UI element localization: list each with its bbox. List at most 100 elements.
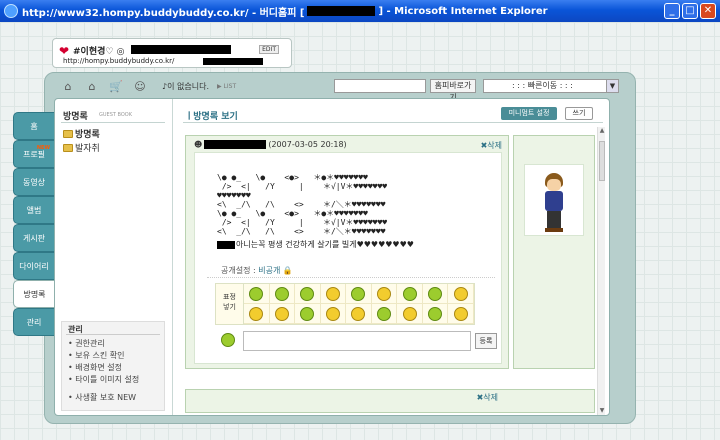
folder-guestbook[interactable]: 방명록 <box>63 127 100 140</box>
privacy-setting: 공개설정 : 비공개 🔒 <box>221 266 293 275</box>
emoticon[interactable] <box>244 304 270 324</box>
friends-icon[interactable]: ☺ <box>132 79 148 93</box>
emoticon[interactable] <box>397 304 423 324</box>
folder-footprints[interactable]: 발자취 <box>63 141 100 154</box>
entry-date: (2007-03-05 20:18) <box>268 140 347 149</box>
emoticon[interactable] <box>346 304 372 324</box>
emoticon[interactable] <box>371 284 398 304</box>
chevron-down-icon[interactable]: ▼ <box>606 80 618 92</box>
emoticon[interactable] <box>244 284 270 304</box>
manage-title-image-link[interactable]: • 타이틀 이미지 설정 <box>68 374 139 385</box>
redacted-block <box>203 58 263 65</box>
tab-manage[interactable]: 관리 <box>13 308 55 336</box>
emoticon[interactable] <box>371 304 398 324</box>
minimi-panel <box>513 135 595 369</box>
window-title-suffix: ] - Microsoft Internet Explorer <box>378 5 548 17</box>
close-button[interactable]: ✕ <box>700 3 716 19</box>
emoticon[interactable] <box>269 284 296 304</box>
divider <box>61 122 165 123</box>
tab-board[interactable]: 게시판 <box>13 224 55 252</box>
entry-message: 아니는꼭 평생 건강하게 살기를 빌게♥♥♥♥♥♥♥♥ <box>217 239 414 250</box>
go-hompy-button[interactable]: 홈피바로가기 <box>430 79 476 102</box>
entry-body: \● ●_ \● <●> ＊●＊♥♥♥♥♥♥♥ /> <| /Y | ＊√|V＊… <box>194 152 502 364</box>
emoticon-label: 표정 넣기 <box>216 284 244 324</box>
smiley-icon <box>274 286 289 301</box>
emoticon[interactable] <box>422 304 449 324</box>
tab-home[interactable]: 홈 <box>13 112 55 140</box>
smiley-icon <box>249 306 264 321</box>
music-list-button[interactable]: ▶ LIST <box>217 83 236 90</box>
delete-button[interactable]: ✖삭제 <box>477 392 498 403</box>
comment-submit-button[interactable]: 등록 <box>475 333 497 349</box>
left-subtitle: GUEST BOOK <box>99 112 133 118</box>
home-icon[interactable]: ⌂ <box>60 79 76 93</box>
ascii-art: \● ●_ \● <●> ＊●＊♥♥♥♥♥♥♥ /> <| /Y | ＊√|V＊… <box>217 173 388 236</box>
lock-icon: 🔒 <box>282 266 293 275</box>
smiley-icon <box>249 286 264 301</box>
comment-input[interactable] <box>243 331 471 351</box>
folder-icon <box>63 129 73 138</box>
person-icon: ☻ <box>194 140 203 149</box>
delete-button[interactable]: ✖삭제 <box>481 140 502 151</box>
divider <box>207 277 495 278</box>
guestbook-entry: ✖삭제 <box>185 389 595 413</box>
minimi-frame <box>524 164 584 236</box>
tab-video[interactable]: 동영상 <box>13 168 55 196</box>
minimize-button[interactable]: _ <box>664 3 680 19</box>
smiley-icon <box>428 286 443 301</box>
quick-move-select[interactable]: : : : 빠른이동 : : : ▼ <box>483 79 619 93</box>
owner-name: #이현경♡ ◎ <box>73 47 125 57</box>
comment-emoticon-icon[interactable] <box>221 333 235 347</box>
minimi-avatar <box>539 173 569 233</box>
smiley-icon <box>300 286 315 301</box>
minimi-settings-button[interactable]: 미니멈트 설정 <box>501 107 557 120</box>
manage-skin-link[interactable]: • 보유 스킨 확인 <box>68 350 125 361</box>
manage-permission-link[interactable]: • 권한관리 <box>68 338 105 349</box>
tab-diary[interactable]: 다이어리 <box>13 252 55 280</box>
smiley-icon <box>351 306 366 321</box>
edit-button[interactable]: EDIT <box>259 45 279 54</box>
emoticon[interactable] <box>448 304 474 324</box>
smiley-icon <box>453 306 468 321</box>
emoticon[interactable] <box>295 284 321 304</box>
tab-album[interactable]: 앨범 <box>13 196 55 224</box>
tab-profile[interactable]: 프로필 NEW <box>13 140 55 168</box>
emoticon[interactable] <box>346 284 372 304</box>
manage-background-link[interactable]: • 배경화면 설정 <box>68 362 122 373</box>
emoticon[interactable] <box>295 304 321 324</box>
hompy-url[interactable]: http://hompy.buddybuddy.co.kr/ <box>63 57 174 65</box>
emoticon[interactable] <box>448 284 474 304</box>
maximize-button[interactable]: □ <box>682 3 698 19</box>
emoticon[interactable] <box>397 284 423 304</box>
quick-move-label: : : : 빠른이동 : : : <box>512 81 573 90</box>
heart-icon: ❤ <box>59 44 70 58</box>
tab-guestbook[interactable]: 방명록 <box>13 280 55 308</box>
privacy-protect-link[interactable]: • 사생활 보호 NEW <box>68 392 136 403</box>
hompy-search-input[interactable] <box>334 79 426 93</box>
ie-icon <box>4 4 18 18</box>
emoticon[interactable] <box>320 304 347 324</box>
redacted-block <box>217 240 235 249</box>
scroll-thumb[interactable] <box>599 141 605 181</box>
scrollbar[interactable]: ▲ ▼ <box>597 127 605 415</box>
left-title: 방명록 <box>63 112 88 122</box>
scroll-down-icon[interactable]: ▼ <box>598 407 606 415</box>
window-title-prefix: http://www32.hompy.buddybuddy.co.kr/ - 버… <box>22 7 305 19</box>
smiley-icon <box>351 286 366 301</box>
redacted-block <box>204 140 267 149</box>
left-pane: 방명록 GUEST BOOK 방명록 발자취 관리 • 권한관리 • 보유 스킨… <box>55 99 173 415</box>
page-title: ㅣ방명록 보기 <box>185 112 238 122</box>
smiley-icon <box>300 306 315 321</box>
emoticon[interactable] <box>269 304 296 324</box>
scroll-up-icon[interactable]: ▲ <box>598 127 606 135</box>
smiley-icon <box>453 286 468 301</box>
house-icon[interactable]: ⌂ <box>84 79 100 93</box>
cart-icon[interactable]: 🛒 <box>108 79 124 93</box>
smiley-icon <box>377 306 392 321</box>
guestbook-entry: ☻ (2007-03-05 20:18) ✖삭제 \● ●_ \● <●> ＊●… <box>185 135 509 369</box>
emoticon[interactable] <box>422 284 449 304</box>
privacy-value[interactable]: 비공개 <box>258 266 280 275</box>
emoticon-panel: 표정 넣기 <box>215 283 475 325</box>
emoticon[interactable] <box>320 284 347 304</box>
write-button[interactable]: 쓰기 <box>565 107 593 120</box>
